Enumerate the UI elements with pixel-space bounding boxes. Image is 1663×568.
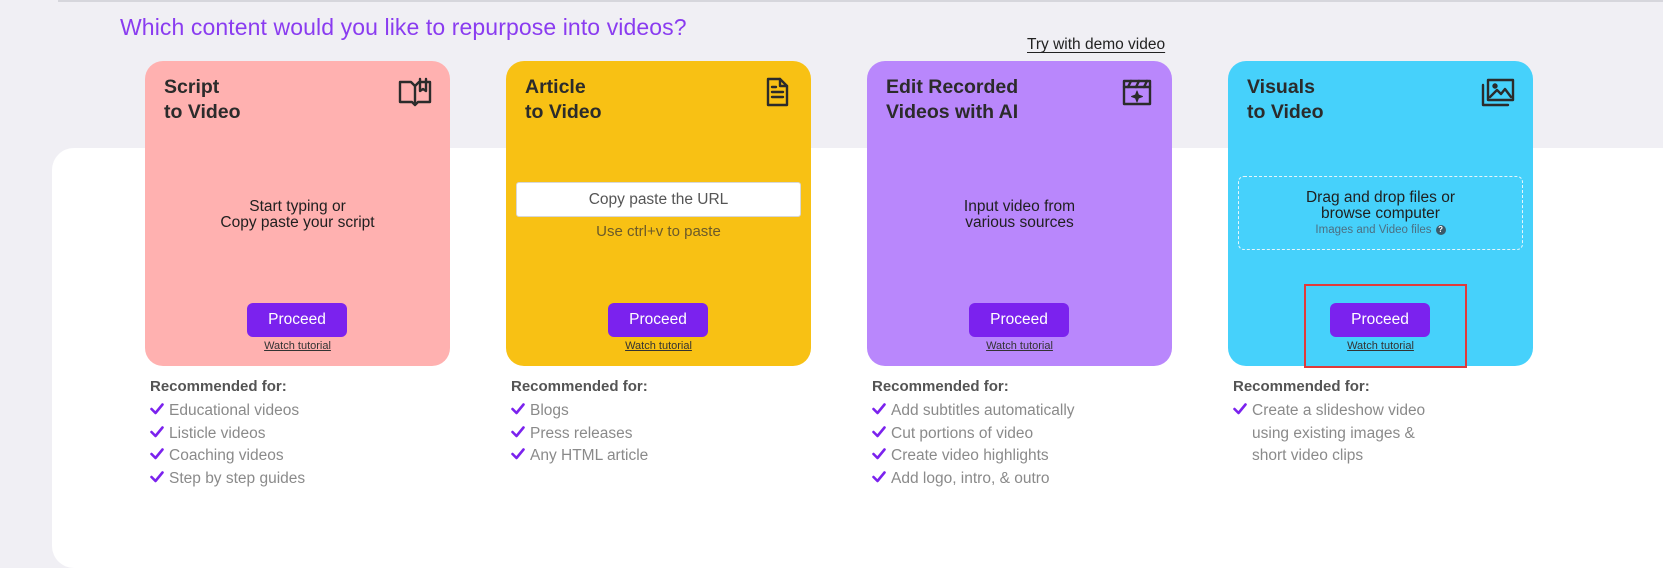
check-icon: [150, 403, 164, 415]
list-item-label: Listicle videos: [169, 424, 266, 442]
help-icon[interactable]: ?: [1435, 225, 1446, 235]
list-item: Educational videos: [150, 400, 450, 423]
proceed-button[interactable]: Proceed: [969, 303, 1069, 337]
card-edit-recorded-videos[interactable]: Edit Recorded Videos with AI Input video…: [867, 61, 1172, 366]
try-demo-video-link[interactable]: Try with demo video: [1027, 36, 1165, 54]
check-icon: [150, 448, 164, 460]
image-stack-icon: [1481, 77, 1515, 107]
recommended-title: Recommended for:: [150, 378, 287, 395]
watch-tutorial-link[interactable]: Watch tutorial: [145, 340, 450, 352]
list-item-label: Step by step guides: [169, 469, 306, 487]
list-item: Coaching videos: [150, 445, 450, 468]
list-item-label: Blogs: [530, 402, 569, 419]
supported-files-label: Images and Video files: [1315, 224, 1432, 236]
list-item-label: Coaching videos: [169, 447, 284, 465]
list-item-label: Add logo, intro, & outro: [891, 469, 1050, 487]
page-title: Which content would you like to repurpos…: [120, 14, 687, 40]
recommended-section: Recommended for: Blogs Press releases An…: [511, 378, 811, 468]
recommended-title: Recommended for:: [872, 378, 1009, 395]
video-source-prompt[interactable]: Input video from various sources: [867, 199, 1172, 231]
check-icon: [872, 448, 886, 460]
list-item: Blogs: [511, 400, 811, 423]
list-item: Add logo, intro, & outro: [872, 468, 1172, 491]
card-title: Edit Recorded Videos with AI: [886, 76, 1019, 123]
list-item: Create video highlights: [872, 445, 1172, 468]
card-title: Script to Video: [164, 76, 241, 123]
list-item: Step by step guides: [150, 468, 450, 491]
recommended-section: Recommended for: Add subtitles automatic…: [872, 378, 1172, 490]
top-divider: [58, 0, 1663, 2]
list-item: Add subtitles automatically: [872, 400, 1172, 423]
clapperboard-sparkle-icon: [1120, 77, 1154, 107]
proceed-button[interactable]: Proceed: [247, 303, 347, 337]
watch-tutorial-link[interactable]: Watch tutorial: [867, 340, 1172, 352]
check-icon: [150, 425, 164, 437]
list-item: Any HTML article: [511, 445, 811, 468]
check-icon: [511, 403, 525, 415]
check-icon: [1233, 403, 1247, 415]
check-icon: [872, 403, 886, 415]
recommended-title: Recommended for:: [511, 378, 648, 395]
list-item: Cut portions of video: [872, 423, 1172, 446]
file-dropzone[interactable]: Drag and drop files or browse computer I…: [1238, 176, 1523, 250]
check-icon: [150, 470, 164, 483]
list-item: Press releases: [511, 423, 811, 446]
card-title: Article to Video: [525, 76, 602, 123]
card-script-to-video[interactable]: Script to Video Start typing or Copy pas…: [145, 61, 450, 366]
check-icon: [872, 470, 886, 483]
list-item-label: Educational videos: [169, 402, 300, 419]
list-item: Listicle videos: [150, 423, 450, 446]
url-input[interactable]: [516, 182, 801, 217]
list-item-label: Add subtitles automatically: [891, 402, 1075, 419]
card-title: Visuals to Video: [1247, 76, 1324, 123]
list-item-label: Press releases: [530, 424, 633, 442]
card-article-to-video[interactable]: Article to Video Use ctrl+v to paste Pro…: [506, 61, 811, 366]
list-item-label: Cut portions of video: [891, 424, 1034, 442]
recommended-title: Recommended for:: [1233, 378, 1370, 395]
check-icon: [511, 425, 525, 437]
paste-hint: Use ctrl+v to paste: [596, 223, 721, 240]
recommended-section: Recommended for: Create a slideshow vide…: [1233, 378, 1533, 468]
list-item-label: Create a slideshow video using existing …: [1252, 402, 1426, 465]
list-item-label: Create video highlights: [891, 447, 1049, 465]
list-item: Create a slideshow video using existing …: [1233, 400, 1533, 468]
recommended-section: Recommended for: Educational videos List…: [150, 378, 450, 490]
document-icon: [759, 77, 793, 107]
proceed-button[interactable]: Proceed: [608, 303, 708, 337]
check-icon: [872, 425, 886, 437]
watch-tutorial-link[interactable]: Watch tutorial: [506, 340, 811, 352]
book-icon: [398, 77, 432, 107]
check-icon: [511, 448, 525, 460]
dropzone-subtext: Images and Video files?: [1239, 224, 1522, 236]
dropzone-label: Drag and drop files or browse computer: [1305, 189, 1456, 222]
highlight-box: [1304, 284, 1467, 368]
list-item-label: Any HTML article: [530, 447, 649, 465]
script-input-prompt[interactable]: Start typing or Copy paste your script: [145, 199, 450, 231]
